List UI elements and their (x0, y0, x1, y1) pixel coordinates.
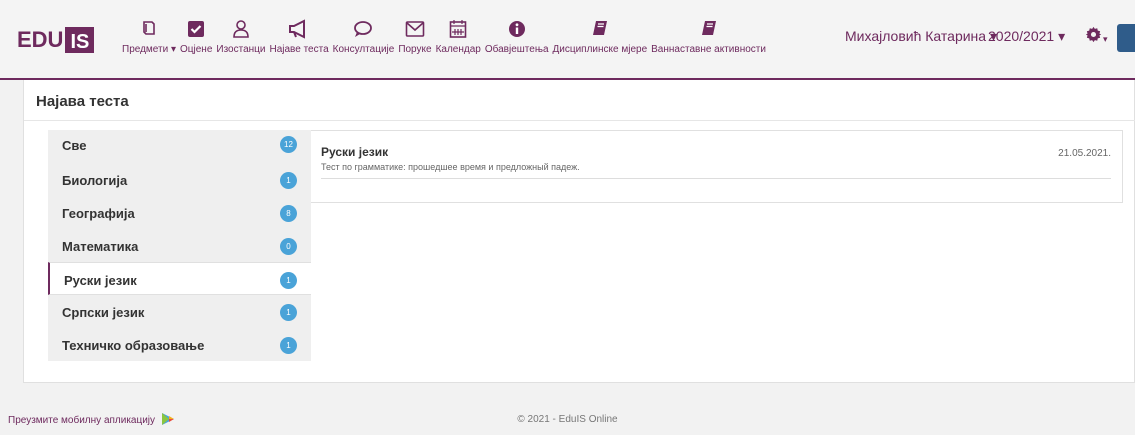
books-icon (139, 18, 159, 40)
nav-notices[interactable]: Обавјештења (485, 18, 549, 55)
chevron-down-icon: ▾ (170, 44, 177, 55)
nav-messages-label: Поруке (398, 44, 432, 55)
subject-item-serbian[interactable]: Српски језик 1 (48, 295, 311, 328)
subject-list: Све 12 Биологија 1 Географија 8 Математи… (48, 130, 311, 361)
gear-icon[interactable] (1085, 26, 1102, 48)
count-badge: 1 (280, 304, 297, 321)
feather-icon[interactable] (1117, 24, 1135, 52)
chat-icon (352, 18, 374, 40)
nav-calendar[interactable]: Календар (436, 18, 481, 55)
subject-name: Биологија (62, 173, 128, 188)
nav-disciplinary-measures[interactable]: Дисциплинске мјере (552, 18, 648, 55)
count-badge: 8 (280, 205, 297, 222)
top-navigation-bar: EDU IS Предмети ▾ Оцјене Изостанци Најав… (0, 0, 1135, 80)
announcement-subject: Руски језик (321, 145, 389, 159)
school-year-menu[interactable]: 2020/2021 ▾ (988, 28, 1065, 45)
user-menu[interactable]: Михајловић Катарина ▾ (845, 28, 997, 45)
bullhorn-icon (288, 18, 310, 40)
logo-text-edu: EDU (17, 27, 64, 52)
main-nav: Предмети ▾ Оцјене Изостанци Најаве теста… (122, 18, 770, 55)
nav-consultations[interactable]: Консултације (332, 18, 395, 55)
logo-text-is: IS (65, 27, 95, 53)
announcement-description: Тест по грамматике: прошедшее время и пр… (321, 162, 580, 172)
chevron-down-icon[interactable]: ▾ (1103, 34, 1108, 45)
subject-name: Све (62, 138, 87, 153)
subject-name: Српски језик (62, 305, 145, 320)
nav-calendar-label: Календар (435, 44, 481, 55)
announcement-date: 21.05.2021. (1058, 148, 1111, 159)
nav-notices-label: Обавјештења (484, 44, 549, 55)
subject-item-biology[interactable]: Биологија 1 (48, 163, 311, 196)
subject-name: Техничко образовање (62, 338, 205, 353)
envelope-icon (405, 18, 425, 40)
subject-item-russian[interactable]: Руски језик 1 (48, 262, 311, 295)
subject-item-geography[interactable]: Географија 8 (48, 196, 311, 229)
count-badge: 1 (280, 337, 297, 354)
nav-disciplinary-measures-label: Дисциплинске мјере (552, 44, 648, 55)
nav-subjects[interactable]: Предмети ▾ (122, 18, 176, 55)
nav-messages[interactable]: Поруке (398, 18, 432, 55)
nav-grades-label: Оцјене (180, 44, 213, 55)
count-badge: 12 (280, 136, 297, 153)
nav-extracurricular[interactable]: Ваннаставне активности (651, 18, 766, 55)
nav-consultations-label: Консултације (332, 44, 395, 55)
count-badge: 0 (280, 238, 297, 255)
book-icon (700, 18, 718, 40)
subject-name: Географија (62, 206, 135, 221)
subject-name: Математика (62, 239, 139, 254)
school-year: 2020/2021 (988, 28, 1055, 44)
list-item[interactable]: Руски језик Тест по грамматике: прошедше… (321, 145, 1111, 179)
calendar-icon (449, 18, 467, 40)
user-name: Михајловић Катарина (845, 28, 987, 44)
subject-item-mathematics[interactable]: Математика 0 (48, 229, 311, 262)
copyright: © 2021 - EduIS Online (517, 414, 618, 425)
announcement-list: Руски језик Тест по грамматике: прошедше… (311, 130, 1123, 203)
book-icon (591, 18, 609, 40)
chevron-down-icon: ▾ (1058, 28, 1066, 44)
nav-subjects-label: Предмети (122, 44, 169, 55)
subject-name: Руски језик (64, 273, 137, 288)
nav-grades[interactable]: Оцјене (180, 18, 212, 55)
info-icon (508, 18, 526, 40)
nav-test-announcements[interactable]: Најаве теста (269, 18, 329, 55)
page-title: Најава теста (36, 93, 129, 110)
count-badge: 1 (280, 272, 297, 289)
count-badge: 1 (280, 172, 297, 189)
nav-extracurricular-label: Ваннаставне активности (651, 44, 766, 55)
subject-item-technical-education[interactable]: Техничко образовање 1 (48, 328, 311, 361)
checkbox-icon (187, 18, 205, 40)
user-icon (231, 18, 251, 40)
edu-is-logo[interactable]: EDU IS (17, 27, 95, 53)
nav-absences[interactable]: Изостанци (216, 18, 265, 55)
nav-test-announcements-label: Најаве теста (269, 44, 329, 55)
subject-item-all[interactable]: Све 12 (48, 130, 311, 163)
nav-absences-label: Изостанци (216, 44, 266, 55)
divider (24, 120, 1135, 121)
test-announcements-panel: Најава теста Све 12 Биологија 1 Географи… (23, 80, 1135, 383)
